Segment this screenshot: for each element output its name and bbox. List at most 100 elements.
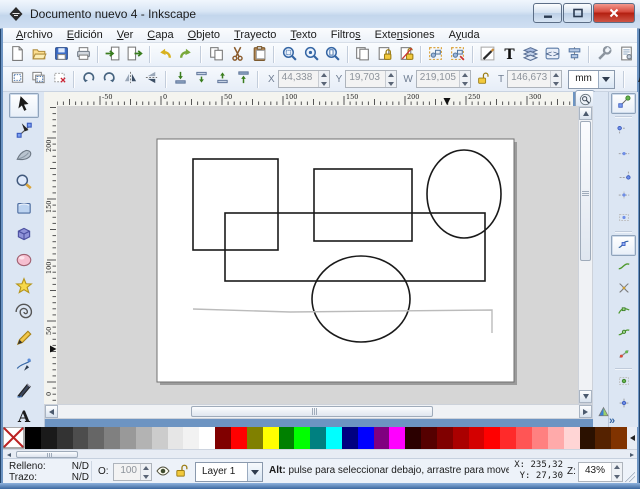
zoom-tool-button[interactable] xyxy=(9,171,39,196)
import-button[interactable] xyxy=(102,43,124,66)
snap-enable-button[interactable] xyxy=(611,93,636,114)
zoom-field[interactable]: 43% xyxy=(578,462,623,482)
snap-rotation-centers-button[interactable] xyxy=(611,394,636,415)
snap-object-centers-button[interactable] xyxy=(611,372,636,393)
palette-swatch[interactable] xyxy=(405,427,421,449)
stroke-value[interactable]: N/D xyxy=(72,472,89,483)
palette-swatch[interactable] xyxy=(326,427,342,449)
pencil-tool-button[interactable] xyxy=(9,327,39,352)
snap-bbox-edge-midpoints-button[interactable] xyxy=(611,186,636,207)
fill-stroke-dialog-button[interactable] xyxy=(477,43,499,66)
menu-objeto[interactable]: Objeto xyxy=(181,29,227,41)
snap-path-intersections-button[interactable] xyxy=(611,279,636,300)
snap-cusp-nodes-button[interactable] xyxy=(611,301,636,322)
chevron-down-icon[interactable] xyxy=(598,71,614,88)
palette-swatch[interactable] xyxy=(152,427,168,449)
height-field[interactable]: 146,673 xyxy=(507,70,562,88)
scroll-down-arrow[interactable] xyxy=(579,390,592,403)
close-button[interactable] xyxy=(593,3,635,23)
menu-extensiones[interactable]: Extensiones xyxy=(368,29,442,41)
tweak-tool-button[interactable] xyxy=(9,145,39,170)
create-clone-button[interactable] xyxy=(373,43,395,66)
palette-scroll-left[interactable] xyxy=(4,451,13,458)
palette-swatch[interactable] xyxy=(104,427,120,449)
palette-swatch[interactable] xyxy=(389,427,405,449)
snap-bbox-button[interactable] xyxy=(611,120,636,141)
node-tool-button[interactable] xyxy=(9,119,39,144)
palette-swatch[interactable] xyxy=(532,427,548,449)
rectangle-tool-button[interactable] xyxy=(9,197,39,222)
text-dialog-button[interactable]: T xyxy=(498,43,520,66)
layers-dialog-button[interactable] xyxy=(520,43,542,66)
selector-tool-button[interactable] xyxy=(9,93,39,118)
cut-button[interactable] xyxy=(227,43,249,66)
group-button[interactable] xyxy=(425,43,447,66)
snap-to-paths-button[interactable] xyxy=(611,257,636,278)
flip-vertical-button[interactable] xyxy=(141,69,162,90)
palette-swatch[interactable] xyxy=(73,427,89,449)
vertical-ruler[interactable]: 200150100500 xyxy=(44,106,58,404)
snap-nodes-button[interactable] xyxy=(611,235,636,256)
raise-button[interactable] xyxy=(212,69,233,90)
menu-filtros[interactable]: Filtros xyxy=(324,29,368,41)
y-spinner[interactable] xyxy=(385,71,396,87)
paste-button[interactable] xyxy=(249,43,271,66)
snap-smooth-nodes-button[interactable] xyxy=(611,323,636,344)
menu-trayecto[interactable]: Trayecto xyxy=(227,29,283,41)
palette-swatch[interactable] xyxy=(421,427,437,449)
select-all-layers-button[interactable] xyxy=(28,69,49,90)
palette-swatch[interactable] xyxy=(231,427,247,449)
duplicate-button[interactable] xyxy=(352,43,374,66)
palette-swatch[interactable] xyxy=(437,427,453,449)
unlink-clone-button[interactable] xyxy=(395,43,417,66)
open-document-button[interactable] xyxy=(29,43,51,66)
palette-swatch[interactable] xyxy=(516,427,532,449)
scroll-left-arrow[interactable] xyxy=(45,405,58,418)
copy-button[interactable] xyxy=(205,43,227,66)
palette-swatch[interactable] xyxy=(168,427,184,449)
snap-bbox-corners-button[interactable] xyxy=(611,164,636,185)
palette-swatch[interactable] xyxy=(136,427,152,449)
layer-selector[interactable]: Layer 1 xyxy=(195,462,263,482)
menu-archivo[interactable]: Archivo xyxy=(9,29,60,41)
align-dialog-button[interactable] xyxy=(564,43,586,66)
palette-scroll-thumb[interactable] xyxy=(16,451,78,458)
palette-swatch[interactable] xyxy=(595,427,611,449)
palette-swatch[interactable] xyxy=(279,427,295,449)
layer-lock-toggle[interactable] xyxy=(174,463,189,481)
palette-swatch[interactable] xyxy=(469,427,485,449)
vertical-scroll-thumb[interactable] xyxy=(580,121,591,261)
titlebar[interactable]: Documento nuevo 4 - Inkscape xyxy=(0,0,640,29)
palette-swatch[interactable] xyxy=(374,427,390,449)
width-spinner[interactable] xyxy=(459,71,470,87)
flip-horizontal-button[interactable] xyxy=(120,69,141,90)
opacity-spinner[interactable] xyxy=(140,464,151,480)
menu-ayuda[interactable]: Ayuda xyxy=(442,29,487,41)
new-document-button[interactable] xyxy=(7,43,29,66)
palette-swatch[interactable] xyxy=(342,427,358,449)
height-spinner[interactable] xyxy=(550,71,561,87)
export-button[interactable] xyxy=(124,43,146,66)
rotate-90-cw-button[interactable] xyxy=(99,69,120,90)
document-properties-button[interactable] xyxy=(615,43,637,66)
save-document-button[interactable] xyxy=(51,43,73,66)
palette-swatch[interactable] xyxy=(247,427,263,449)
fill-value[interactable]: N/D xyxy=(72,461,89,472)
palette-swatch[interactable] xyxy=(310,427,326,449)
3dbox-tool-button[interactable] xyxy=(9,223,39,248)
palette-swatch[interactable] xyxy=(88,427,104,449)
width-field[interactable]: 219,105 xyxy=(416,70,471,88)
redo-button[interactable] xyxy=(175,43,197,66)
minimize-button[interactable] xyxy=(533,3,562,23)
zoom-selection-button[interactable] xyxy=(278,43,300,66)
resize-grip[interactable] xyxy=(625,472,635,482)
x-field[interactable]: 44,338 xyxy=(278,70,330,88)
palette-swatch[interactable] xyxy=(41,427,57,449)
zoom-drawing-button[interactable] xyxy=(300,43,322,66)
xml-editor-button[interactable]: <> xyxy=(542,43,564,66)
zoom-spinner[interactable] xyxy=(611,463,622,481)
color-management-toggle[interactable] xyxy=(595,404,611,419)
opacity-field[interactable]: 100 xyxy=(113,463,152,481)
raise-to-top-button[interactable] xyxy=(233,69,254,90)
spiral-tool-button[interactable] xyxy=(9,301,39,326)
